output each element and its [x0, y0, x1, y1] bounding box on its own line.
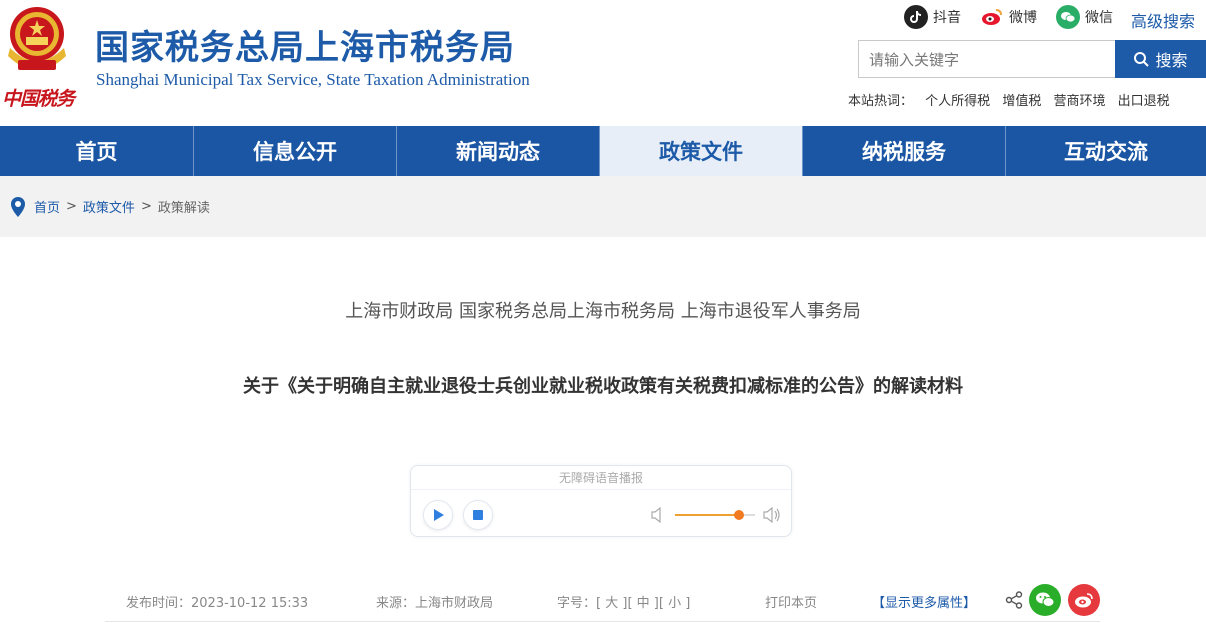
article-title: 关于《关于明确自主就业退役士兵创业就业税收政策有关税费扣减标准的公告》的解读材料	[243, 376, 963, 397]
audio-player: 无障碍语音播报	[410, 465, 792, 537]
play-icon	[434, 509, 444, 521]
article-source: 来源：上海市财政局	[376, 592, 493, 611]
location-pin-icon	[11, 196, 25, 217]
weibo-link[interactable]: 微博	[980, 5, 1037, 29]
douyin-label: 抖音	[933, 10, 961, 26]
main-nav: 首页 信息公开 新闻动态 政策文件 纳税服务 互动交流	[0, 126, 1206, 176]
nav-item-info[interactable]: 信息公开	[194, 126, 397, 176]
search-button-label: 搜索	[1155, 51, 1188, 70]
hot-word[interactable]: 出口退税	[1118, 94, 1170, 109]
volume-slider-knob[interactable]	[734, 510, 744, 520]
volume-high-icon[interactable]	[763, 507, 781, 523]
source-value: 上海市财政局	[415, 596, 494, 611]
play-button[interactable]	[423, 500, 453, 530]
site-header: 中国税务 国家税务总局上海市税务局 Shanghai Municipal Tax…	[0, 0, 1206, 126]
wechat-label: 微信	[1085, 10, 1113, 26]
more-properties-link[interactable]: 【显示更多属性】	[872, 592, 976, 611]
share-icon[interactable]	[1005, 591, 1023, 609]
publish-time-value: 2023-10-12 15:33	[191, 596, 309, 611]
article-issuer: 上海市财政局 国家税务总局上海市税务局 上海市退役军人事务局	[345, 301, 861, 322]
wechat-link[interactable]: 微信	[1056, 5, 1113, 29]
breadcrumb: 首页 > 政策文件 > 政策解读	[0, 176, 1206, 237]
font-size-large[interactable]: [ 大 ]	[596, 596, 627, 611]
player-caption: 无障碍语音播报	[411, 466, 791, 490]
breadcrumb-home[interactable]: 首页	[34, 197, 60, 216]
font-size-medium[interactable]: [ 中 ]	[627, 596, 658, 611]
stop-icon	[473, 510, 483, 520]
volume-slider[interactable]	[675, 510, 755, 520]
volume-slider-fill	[675, 514, 739, 516]
hot-word[interactable]: 个人所得税	[925, 94, 990, 109]
nav-item-news[interactable]: 新闻动态	[397, 126, 600, 176]
douyin-icon	[904, 5, 928, 29]
source-label: 来源：	[376, 596, 416, 611]
wechat-icon	[1056, 5, 1080, 29]
font-size-controls: 字号：[ 大 ][ 中 ][ 小 ]	[557, 592, 690, 611]
nav-item-home[interactable]: 首页	[0, 126, 194, 176]
nav-item-policy[interactable]: 政策文件	[600, 126, 803, 176]
wechat-icon	[1036, 592, 1055, 607]
nav-item-service[interactable]: 纳税服务	[803, 126, 1006, 176]
weibo-icon	[1075, 593, 1093, 608]
hot-words: 本站热词： 个人所得税 增值税 营商环境 出口退税	[848, 90, 1178, 109]
font-size-label: 字号：	[557, 596, 597, 611]
search-icon	[1134, 52, 1150, 67]
share-wechat-button[interactable]	[1029, 584, 1061, 616]
hot-word[interactable]: 营商环境	[1053, 94, 1105, 109]
national-emblem-icon	[8, 7, 66, 70]
print-link[interactable]: 打印本页	[765, 592, 817, 611]
hot-word[interactable]: 增值税	[1002, 94, 1041, 109]
meta-divider	[105, 621, 1100, 622]
breadcrumb-policy[interactable]: 政策文件	[83, 197, 135, 216]
breadcrumb-separator: >	[66, 199, 77, 214]
douyin-link[interactable]: 抖音	[904, 5, 961, 29]
hot-words-label: 本站热词：	[848, 94, 914, 109]
breadcrumb-current: 政策解读	[157, 201, 210, 216]
site-title-en: Shanghai Municipal Tax Service, State Ta…	[96, 70, 530, 89]
china-tax-logo: 中国税务	[2, 88, 75, 110]
search-button[interactable]: 搜索	[1115, 40, 1206, 78]
nav-item-interaction[interactable]: 互动交流	[1006, 126, 1206, 176]
volume-low-icon[interactable]	[651, 507, 665, 523]
weibo-icon	[980, 5, 1004, 29]
font-size-small[interactable]: [ 小 ]	[659, 596, 690, 611]
site-title[interactable]: 国家税务总局上海市税务局	[95, 20, 515, 69]
publish-time: 发布时间：2023-10-12 15:33	[126, 592, 308, 611]
share-weibo-button[interactable]	[1068, 584, 1100, 616]
stop-button[interactable]	[463, 500, 493, 530]
breadcrumb-separator: >	[140, 199, 152, 214]
search-input[interactable]: 请输入关键字	[858, 40, 1116, 78]
advanced-search-link[interactable]: 高级搜索	[1131, 8, 1195, 32]
weibo-label: 微博	[1009, 10, 1037, 26]
publish-time-label: 发布时间：	[126, 596, 192, 611]
